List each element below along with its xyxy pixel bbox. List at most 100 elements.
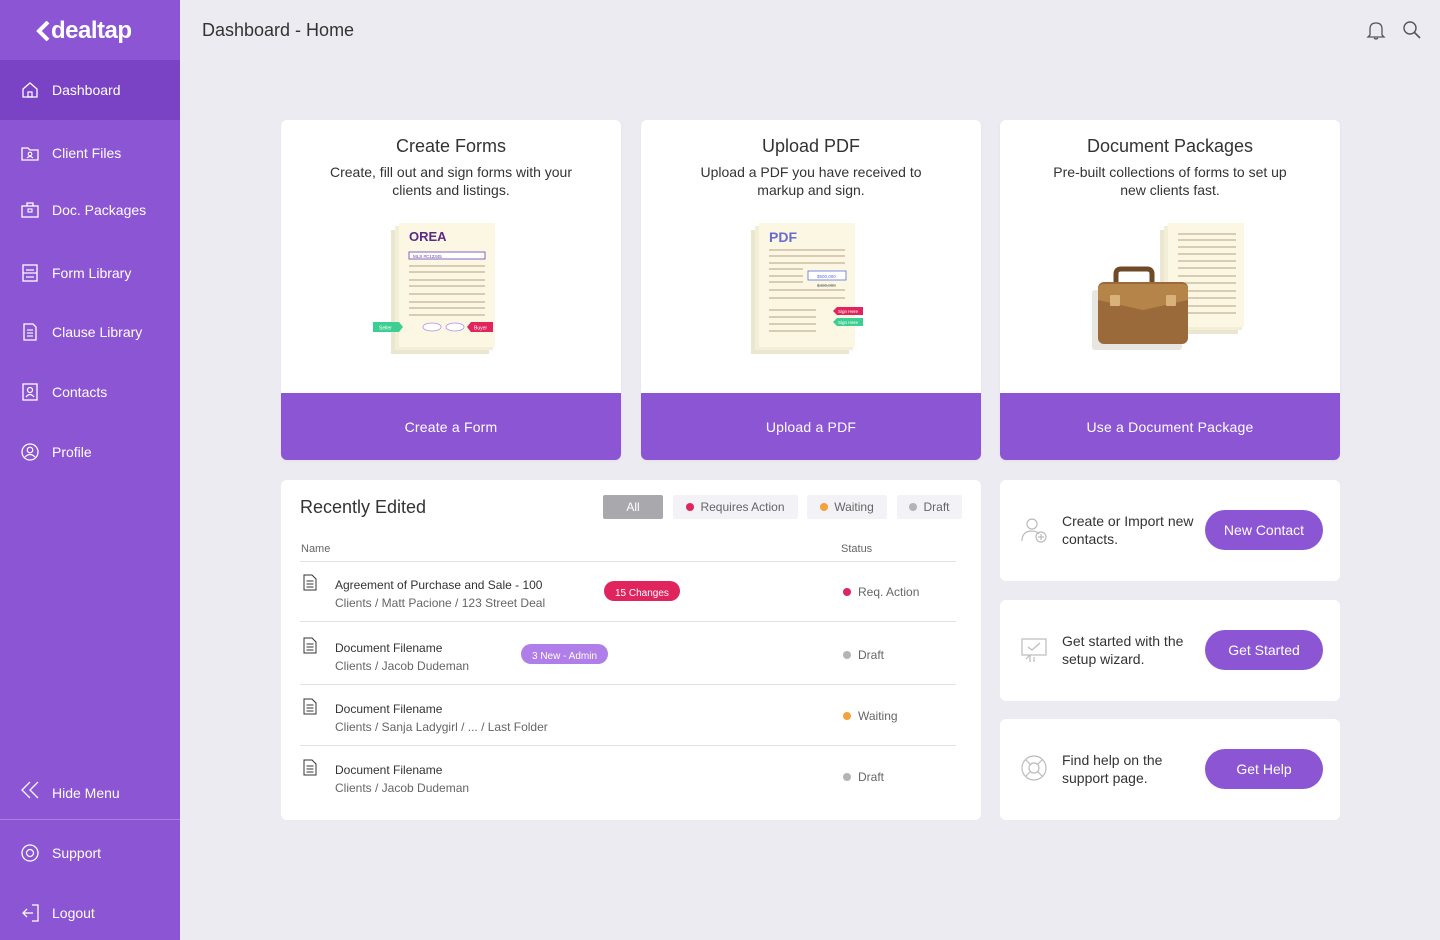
file-name: Document Filename [335,641,443,655]
briefcase-documents-illustration [1092,223,1244,350]
status-label: Req. Action [858,585,920,599]
lifebuoy-icon [1021,755,1047,781]
table-row[interactable]: Document Filename Clients / Sanja Ladygi… [300,685,956,746]
filter-label: Waiting [834,500,874,514]
document-icon [303,759,317,776]
seller-tag-text: Seller [379,326,392,332]
status-badge: Req. Action [843,585,919,599]
divider [300,621,956,622]
changes-badge: 15 Changes [604,581,680,601]
file-path: Clients / Matt Pacione / 123 Street Deal [335,596,546,610]
filter-label: Draft [923,500,950,514]
clause-library-icon [23,323,37,341]
setup-wizard-icon [1021,638,1047,662]
pdf-markup-illustration: PDF $500,000 $400,000 Sign Here Sign Her… [751,223,863,354]
bell-icon[interactable] [1365,19,1387,41]
file-name: Agreement of Purchase and Sale - 100 [335,578,543,592]
status-badge: Draft [843,648,884,662]
card-title: Create Forms [395,136,507,156]
orea-brand-text: OREA [409,229,447,244]
add-contact-icon [1021,518,1047,543]
status-label: Waiting [858,709,898,723]
sidebar-item-form-library[interactable]: Form Library [0,243,180,303]
sidebar-divider [0,819,180,820]
card-title: Upload PDF [761,136,861,156]
status-badge: Waiting [843,709,898,723]
sidebar-item-dashboard[interactable]: Dashboard [0,60,180,120]
support-icon [21,844,39,862]
quick-card-text: Get started with the setup wizard. [1062,633,1184,667]
grey-status-dot-icon [843,773,851,781]
create-form-button[interactable]: Create a Form [281,393,621,460]
sidebar-item-label: Doc. Packages [52,202,147,218]
new-contact-card: Create or Import new contacts. New Conta… [1000,480,1340,581]
home-icon [22,82,38,98]
dealtap-logo[interactable]: dealtap [36,17,132,45]
logout-icon [22,904,39,922]
sidebar-item-label: Client Files [52,145,122,161]
red-status-dot-icon [686,503,695,511]
sidebar-item-logout[interactable]: Logout [0,883,180,940]
sidebar-item-label: Profile [52,444,92,460]
hide-menu-label: Hide Menu [52,785,120,801]
document-icon [303,637,317,654]
document-packages-card: Document Packages Pre-built collections … [1000,120,1340,460]
sign-here-tag-text: Sign Here [838,320,859,325]
status-badge: Draft [843,770,884,784]
sidebar-item-profile[interactable]: Profile [0,422,180,482]
quick-card-text: Create or Import new contacts. [1062,513,1194,547]
support-card: Find help on the support page. Get Help [1000,719,1340,820]
quick-card-text: Find help on the support page. [1062,752,1163,786]
recently-edited-panel: Recently Edited All Requires Action Wait… [281,480,981,820]
sidebar-item-clause-library[interactable]: Clause Library [0,302,180,362]
new-items-badge: 3 New - Admin [521,644,609,664]
card-title: Document Packages [1086,136,1254,156]
get-help-button[interactable]: Get Help [1205,749,1323,789]
get-started-button[interactable]: Get Started [1205,630,1323,670]
new-contact-button[interactable]: New Contact [1205,510,1323,550]
logo-text: dealtap [51,17,132,44]
sign-here-tag-text: Sign Here [838,309,859,314]
table-row[interactable]: Agreement of Purchase and Sale - 100 Cli… [300,561,956,622]
new-value-text: $500,000 [817,274,836,279]
document-icon [303,698,317,715]
hide-menu-button[interactable]: Hide Menu [0,763,180,823]
filter-draft[interactable]: Draft [897,495,962,519]
status-label: Draft [858,770,885,784]
column-header-name[interactable]: Name [301,543,330,555]
card-description: Upload a PDF you have received to markup… [700,164,922,198]
file-path: Clients / Sanja Ladygirl / ... / Last Fo… [335,720,548,734]
recently-edited-title: Recently Edited [300,497,427,517]
sidebar-item-contacts[interactable]: Contacts [0,362,180,422]
file-path: Clients / Jacob Dudeman [335,781,470,795]
sidebar-item-label: Clause Library [52,324,143,340]
orange-status-dot-icon [843,712,851,720]
search-icon[interactable] [1401,19,1423,41]
filter-waiting[interactable]: Waiting [807,495,887,519]
sidebar-item-label: Form Library [52,265,132,281]
filter-all[interactable]: All [603,495,663,519]
sidebar-item-support[interactable]: Support [0,823,180,883]
sidebar-item-doc-packages[interactable]: Doc. Packages [0,180,180,240]
grey-status-dot-icon [843,651,851,659]
file-path: Clients / Jacob Dudeman [335,659,470,673]
old-value-text: $400,000 [817,283,836,288]
sidebar-item-client-files[interactable]: Client Files [0,123,180,183]
column-header-status[interactable]: Status [841,543,872,555]
orea-form-illustration: OREA MLS #C12345 Seller Buyer [373,223,495,354]
double-chevron-left-icon [21,781,39,799]
briefcase-icon [21,202,39,218]
sidebar-item-label: Dashboard [52,82,121,98]
filter-requires-action[interactable]: Requires Action [673,495,798,519]
grey-status-dot-icon [909,503,918,511]
card-description: Create, fill out and sign forms with you… [330,164,572,198]
sidebar: dealtap Dashboard Client Files Doc. Pack… [0,0,180,940]
profile-icon [21,443,39,461]
use-document-package-button[interactable]: Use a Document Package [1000,393,1340,460]
orange-status-dot-icon [820,503,829,511]
table-row[interactable]: Document Filename Clients / Jacob Dudema… [300,746,956,807]
filter-label: All [626,500,640,514]
upload-pdf-button[interactable]: Upload a PDF [641,393,981,460]
table-row[interactable]: Document Filename Clients / Jacob Dudema… [300,624,956,685]
mls-field-text: MLS #C12345 [413,254,442,259]
